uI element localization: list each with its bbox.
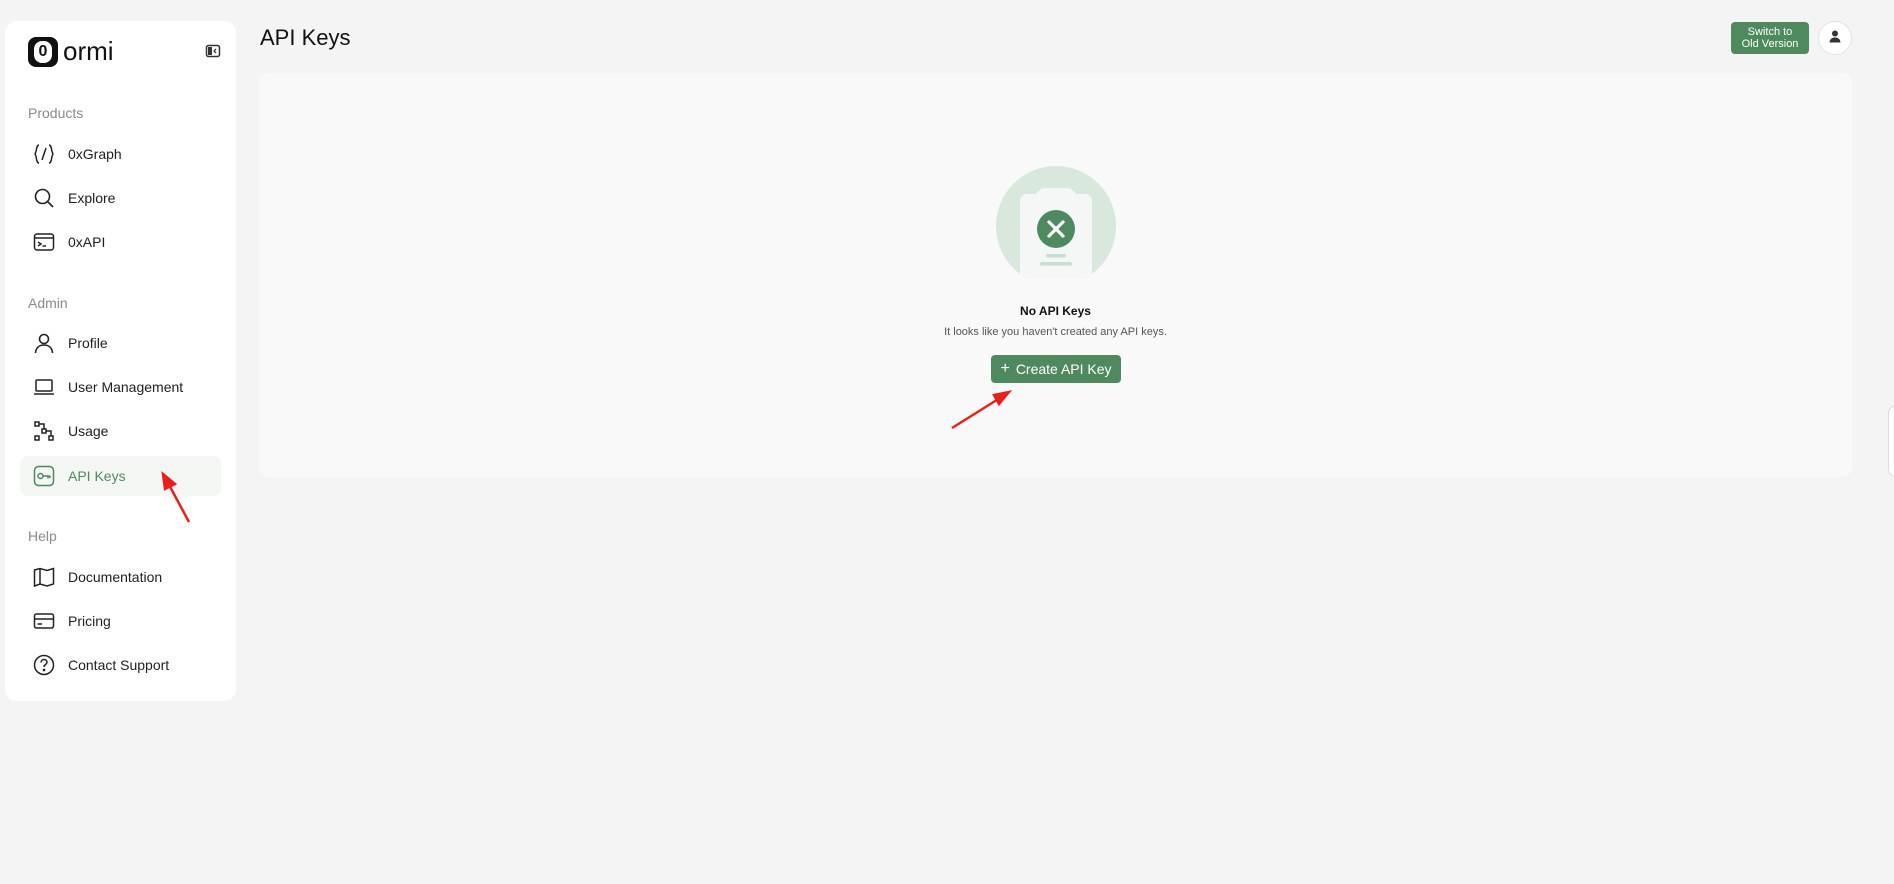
usage-icon (32, 419, 56, 443)
sidebar-item-0xgraph[interactable]: 0xGraph (20, 134, 221, 174)
sidebar-item-label: 0xAPI (68, 234, 106, 250)
book-icon (32, 565, 56, 589)
terminal-icon (32, 230, 56, 254)
create-api-key-button[interactable]: + Create API Key (991, 355, 1121, 383)
logo-text: ormi (63, 36, 114, 66)
user-avatar[interactable] (1818, 21, 1852, 55)
empty-state-title: No API Keys (1020, 304, 1091, 318)
sidebar-item-label: User Management (68, 379, 184, 395)
sidebar-item-label: 0xGraph (68, 146, 122, 162)
sidebar-item-label: API Keys (68, 468, 126, 484)
sidebar-item-label: Documentation (68, 569, 163, 585)
no-api-keys-illustration (996, 166, 1116, 286)
sidebar-item-api-keys[interactable]: API Keys (20, 456, 221, 496)
sidebar-item-user-management[interactable]: User Management (20, 367, 221, 407)
switch-button-line-1: Switch to (1747, 26, 1793, 38)
switch-to-old-version-button[interactable]: Switch to Old Version (1731, 22, 1809, 54)
sidebar-item-contact-support[interactable]: Contact Support (20, 645, 221, 685)
sidebar-item-pricing[interactable]: Pricing (20, 601, 221, 641)
plus-icon: + (1000, 360, 1010, 377)
switch-button-line-2: Old Version (1741, 38, 1799, 50)
code-braces-icon (32, 142, 56, 166)
help-circle-icon (32, 653, 56, 677)
search-icon (32, 186, 56, 210)
page-title: API Keys (260, 25, 351, 50)
sidebar: 0 ormi Products 0xGraph Explore 0xAPI Ad… (5, 21, 236, 701)
sidebar-item-0xapi[interactable]: 0xAPI (20, 222, 221, 262)
empty-state-description: It looks like you haven't created any AP… (944, 326, 1167, 338)
sidebar-item-usage[interactable]: Usage (20, 411, 221, 451)
sidebar-item-label: Usage (68, 423, 109, 439)
create-api-key-label: Create API Key (1015, 361, 1112, 377)
credit-card-icon (32, 609, 56, 633)
sidebar-item-documentation[interactable]: Documentation (20, 557, 221, 597)
key-icon (32, 464, 56, 488)
laptop-icon (32, 375, 56, 399)
sidebar-item-label: Explore (68, 190, 116, 206)
ormi-logo[interactable]: 0 ormi (28, 36, 114, 67)
avatar-user-icon (1828, 29, 1842, 48)
products-section-label: Products (28, 105, 84, 121)
sidebar-item-label: Pricing (68, 613, 111, 629)
logo-mark: 0 (28, 36, 58, 67)
side-panel-tab[interactable] (1888, 405, 1894, 477)
sidebar-item-label: Contact Support (68, 657, 170, 673)
collapse-sidebar-icon[interactable] (205, 43, 221, 59)
help-section-label: Help (28, 528, 57, 544)
sidebar-item-explore[interactable]: Explore (20, 178, 221, 218)
